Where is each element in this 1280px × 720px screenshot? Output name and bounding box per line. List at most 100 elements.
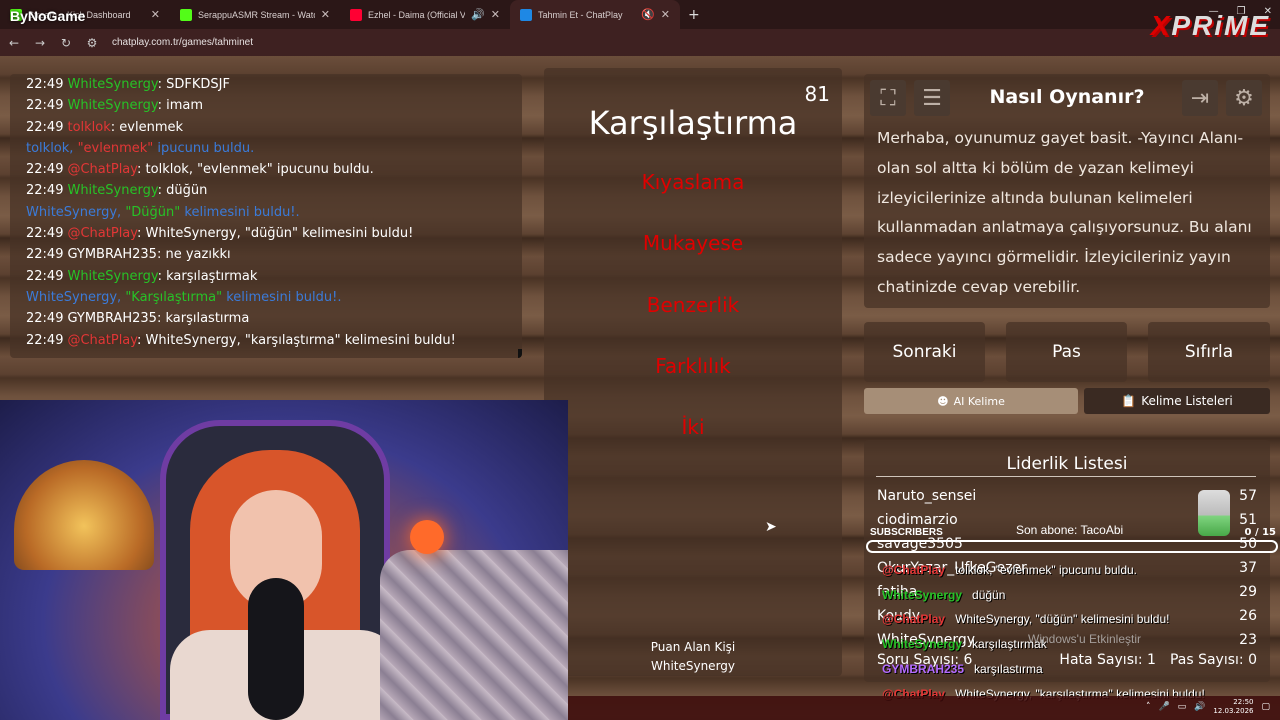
player-name: ciodimarzio (877, 512, 958, 528)
chat-time: 22:49 (26, 268, 64, 284)
chat-time: 22:49 (26, 226, 64, 242)
back-button[interactable]: ← (8, 36, 20, 50)
close-icon[interactable]: ✕ (321, 8, 330, 21)
chat-separator: : (137, 162, 146, 178)
taboo-word: Mukayese (642, 231, 744, 255)
audio-icon[interactable]: 🔊 (471, 8, 485, 21)
chat-text: karşılastırma (165, 311, 250, 327)
webcam-feed (0, 400, 568, 720)
player-score: 51 (1239, 512, 1257, 528)
chevron-up-icon[interactable]: ˄ (1146, 702, 1151, 712)
url-field[interactable]: chatplay.com.tr/games/tahminet (112, 37, 253, 48)
address-bar: ← → ↻ ⚙ chatplay.com.tr/games/tahminet (0, 29, 1280, 56)
chat-scrollbar[interactable] (518, 349, 522, 358)
robot-icon: ☻ (937, 394, 949, 408)
overlay-chat-user: GYMBRAH235 (882, 662, 965, 676)
chat-username: WhiteSynergy (67, 268, 158, 284)
player-score: 23 (1239, 632, 1257, 648)
mute-icon[interactable]: 🔇 (641, 8, 655, 21)
chat-text: tolklok, "evlenmek" ipucunu buldu. (145, 162, 374, 178)
ai-word-button[interactable]: ☻ AI Kelime (864, 388, 1078, 414)
tab-tahmin-et[interactable]: Tahmin Et - ChatPlay 🔇 ✕ (510, 0, 680, 29)
notification-icon[interactable]: ▢ (1261, 702, 1270, 712)
taskbar: ˄ 🎤 ▭ 🔊 22:50 12.03.2026 ▢ (568, 696, 1280, 720)
new-tab-button[interactable]: + (680, 7, 708, 23)
point-label: Puan Alan Kişi (650, 640, 736, 654)
clock-time: 22:50 (1233, 698, 1254, 706)
chat-text: SDFKDSJF (166, 77, 230, 92)
close-icon[interactable]: ✕ (661, 8, 670, 21)
chat-username: @ChatPlay (67, 226, 138, 242)
target-word: Karşılaştırma (588, 104, 798, 142)
divider (876, 476, 1256, 477)
overlay-chat-user: WhiteSynergy (882, 588, 963, 602)
exit-icon[interactable]: ⇥ (1182, 80, 1218, 116)
network-icon[interactable]: ▭ (1178, 702, 1187, 712)
word-lists-button[interactable]: 📋 Kelime Listeleri (1084, 388, 1270, 414)
point-winner: Puan Alan Kişi WhiteSynergy (544, 638, 842, 676)
volume-icon[interactable]: 🔊 (1194, 702, 1205, 712)
overlay-chat-text: karşılastırma (974, 662, 1043, 676)
chat-time: 22:49 (26, 183, 64, 199)
overlay-chat-user: @ChatPlay (882, 563, 946, 577)
player-name: Naruto_sensei (877, 488, 977, 504)
tab-ezhel-video[interactable]: Ezhel - Daima (Official Video) 🔊 ✕ (340, 0, 510, 29)
chat-message: 22:49 @ChatPlay: WhiteSynergy, "düğün" ke… (26, 223, 506, 244)
chat-username: @ChatPlay (67, 332, 138, 348)
chat-time: 22:49 (26, 332, 64, 348)
forward-button[interactable]: → (34, 36, 46, 50)
chat-text: WhiteSynergy, "düğün" kelimesini buldu! (145, 226, 414, 242)
player-score: 26 (1239, 608, 1257, 624)
stats-group: Hata Sayısı: 1 Pas Sayısı: 0 (1059, 652, 1257, 668)
chat-username: tolklok (67, 119, 111, 135)
system-tray: ˄ 🎤 ▭ 🔊 22:50 12.03.2026 ▢ (1146, 698, 1270, 716)
gear-icon[interactable]: ⚙ (1226, 80, 1262, 116)
chat-time: 22:49 (26, 98, 64, 114)
tab-label: Ezhel - Daima (Official Video) (368, 9, 466, 20)
jar-icon (1198, 490, 1230, 536)
player-score: 37 (1239, 560, 1257, 576)
chat-text: evlenmek (119, 119, 184, 135)
chat-separator: : (137, 332, 146, 348)
chat-separator: : (110, 119, 120, 135)
how-to-play-panel: ⛶ ☰ Nasıl Oynanır? ⇥ ⚙ Merhaba, oyunumuz… (864, 74, 1270, 308)
overlay-chat-line: GYMBRAH235 karşılastırma (882, 662, 1043, 676)
word-lists-label: Kelime Listeleri (1141, 394, 1233, 408)
kick-icon (180, 8, 192, 21)
leaderboard-title: Liderlik Listesi (1006, 454, 1128, 474)
chat-text: düğün (166, 183, 208, 199)
pass-button[interactable]: Pas (1006, 322, 1127, 382)
chat-separator: : (157, 268, 167, 284)
close-icon[interactable]: ✕ (151, 8, 160, 21)
overlay-chat-user: @ChatPlay (882, 612, 946, 626)
close-icon[interactable]: ✕ (491, 8, 500, 21)
chat-message: 22:49 WhiteSynergy: imam (26, 95, 506, 116)
ai-word-label: AI Kelime (953, 394, 1005, 408)
chat-separator: : (137, 226, 146, 242)
chatplay-icon (520, 8, 532, 21)
mic-icon[interactable]: 🎤 (1158, 702, 1169, 712)
site-info-icon[interactable]: ⚙ (86, 36, 98, 50)
chat-username: WhiteSynergy (67, 183, 158, 199)
chat-separator: "Düğün" (125, 204, 181, 220)
pass-count: Pas Sayısı: 0 (1169, 652, 1257, 668)
chat-panel: 22:49 WhiteSynergy: SDFKDSJF 22:49 WhiteSyn… (10, 74, 522, 358)
next-button[interactable]: Sonraki (864, 322, 985, 382)
word-card: 81 Karşılaştırma Kıyaslama Mukayese Benz… (544, 68, 842, 676)
chat-username: WhiteSynergy (67, 98, 158, 114)
chat-time: 22:49 (26, 311, 64, 327)
player-score: 57 (1239, 488, 1257, 504)
taboo-word: Farklılık (655, 354, 731, 378)
tab-serappu-stream[interactable]: SerappuASMR Stream - Watch ✕ (170, 0, 340, 29)
chat-separator: : (157, 77, 167, 92)
overlay-chat-line: @ChatPlay WhiteSynergy, "düğün" kelimesin… (882, 612, 1169, 626)
point-user: WhiteSynergy (650, 659, 736, 673)
chat-time: 22:49 (26, 119, 64, 135)
reload-button[interactable]: ↻ (60, 36, 72, 50)
clock[interactable]: 22:50 12.03.2026 (1213, 698, 1253, 716)
chat-message: WhiteSynergy, "Düğün" kelimesini buldu!. (26, 202, 506, 223)
overlay-chat-line: WhiteSynergy karşılaştırmak (882, 637, 1047, 651)
overlay-chat-text: düğün (972, 588, 1006, 602)
xprime-logo: XPRiME (1150, 10, 1270, 41)
reset-button[interactable]: Sıfırla (1148, 322, 1270, 382)
